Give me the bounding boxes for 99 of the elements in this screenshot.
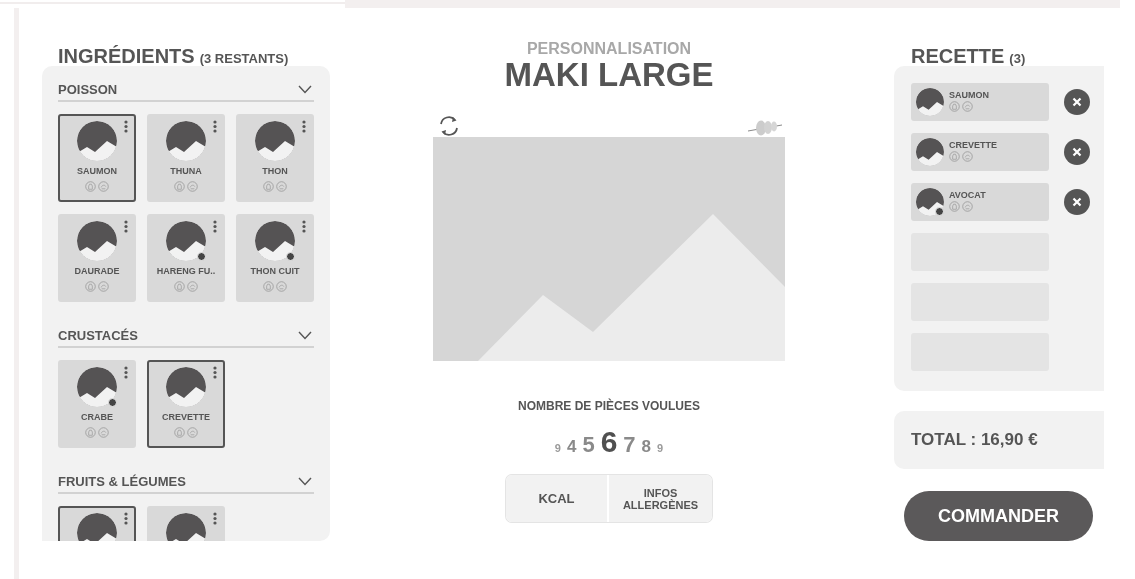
image-placeholder-icon — [166, 221, 206, 261]
chevron-down-icon[interactable] — [298, 331, 312, 340]
allergen-icon — [263, 181, 274, 192]
image-placeholder-icon — [255, 121, 295, 161]
ingredient-name: DAURADE — [74, 266, 120, 276]
piece-count-option[interactable]: 8 — [641, 437, 652, 457]
remove-button[interactable] — [1064, 139, 1090, 165]
allergen-icon — [949, 201, 960, 212]
piece-count-option[interactable]: 6 — [600, 425, 618, 459]
more-icon[interactable] — [213, 512, 217, 525]
info-badge-icon — [286, 252, 295, 261]
allergen-icon — [187, 281, 198, 292]
ingredient-name: THUNA — [170, 166, 202, 176]
allergen-icon — [85, 427, 96, 438]
piece-count-option[interactable]: 7 — [623, 432, 636, 458]
allergen-icon — [174, 427, 185, 438]
ingredient-tile[interactable]: CREVETTE — [147, 360, 225, 448]
ingredient-name: CREVETTE — [949, 140, 997, 150]
allergen-icon — [187, 181, 198, 192]
piece-count-option[interactable]: 9 — [657, 442, 664, 454]
ingredient-tile[interactable]: THON — [236, 114, 314, 202]
order-button[interactable]: COMMANDER — [904, 491, 1093, 541]
chevron-down-icon[interactable] — [298, 477, 312, 486]
allergen-icon — [98, 281, 109, 292]
allergen-icon — [962, 201, 973, 212]
allergen-icon — [187, 427, 198, 438]
ingredient-tile[interactable]: HARENG FU.. — [147, 214, 225, 302]
image-placeholder-icon — [77, 121, 117, 161]
ingredient-name: THON — [262, 166, 288, 176]
category-title: FRUITS & LÉGUMES — [58, 474, 186, 489]
category-title: POISSON — [58, 82, 118, 97]
allergen-icon — [174, 281, 185, 292]
close-icon — [1072, 147, 1082, 157]
allergen-icon — [276, 281, 287, 292]
ingredient-tile[interactable]: DAURADE — [58, 214, 136, 302]
info-badge-icon — [108, 398, 117, 407]
allergen-icon — [263, 281, 274, 292]
image-placeholder-icon — [166, 121, 206, 161]
ingredient-name: SAUMON — [77, 166, 117, 176]
ingredient-name: SAUMON — [949, 90, 989, 100]
ingredient-name: AVOCAT — [949, 190, 986, 200]
more-icon[interactable] — [124, 120, 128, 133]
info-badge-icon — [197, 252, 206, 261]
image-placeholder-icon — [166, 513, 206, 541]
section-title: INGRÉDIENTS — [58, 45, 195, 68]
more-icon[interactable] — [213, 366, 217, 379]
image-placeholder-icon — [916, 138, 944, 166]
allergen-icon — [949, 101, 960, 112]
image-placeholder-icon — [916, 188, 944, 216]
total-price: TOTAL : 16,90 € — [911, 430, 1038, 450]
allergen-icon — [85, 281, 96, 292]
allergen-icon — [174, 181, 185, 192]
more-icon[interactable] — [213, 220, 217, 233]
ingredient-name: CRABE — [81, 412, 113, 422]
ingredient-name: THON CUIT — [250, 266, 300, 276]
allergen-icon — [949, 151, 960, 162]
piece-count-option[interactable]: 4 — [566, 437, 577, 457]
refresh-icon[interactable] — [437, 115, 461, 137]
more-icon[interactable] — [124, 512, 128, 525]
page-title: MAKI LARGE — [504, 58, 714, 91]
category-title: CRUSTACÉS — [58, 328, 138, 343]
image-placeholder-icon — [77, 221, 117, 261]
info-button[interactable]: INFOS ALLERGÈNES — [609, 475, 712, 522]
image-placeholder-icon — [166, 367, 206, 407]
info-button[interactable]: KCAL — [506, 475, 609, 522]
ingredient-tile[interactable]: SAUMON — [58, 114, 136, 202]
section-title: RECETTE — [911, 45, 1005, 68]
allergen-icon — [962, 101, 973, 112]
allergen-icon — [276, 181, 287, 192]
info-badge-icon — [935, 207, 944, 216]
more-icon[interactable] — [124, 220, 128, 233]
recipe-count: (3) — [1009, 51, 1026, 66]
piece-count-option[interactable]: 9 — [554, 442, 561, 454]
close-icon — [1072, 97, 1082, 107]
remove-button[interactable] — [1064, 89, 1090, 115]
more-icon[interactable] — [302, 120, 306, 133]
remove-button[interactable] — [1064, 189, 1090, 215]
image-placeholder-icon — [255, 221, 295, 261]
pieces-label: NOMBRE DE PIÈCES VOULUES — [518, 399, 700, 413]
ingredient-tile[interactable]: THUNA — [147, 114, 225, 202]
more-icon[interactable] — [302, 220, 306, 233]
ingredient-name: HARENG FU.. — [156, 266, 216, 276]
chevron-down-icon[interactable] — [298, 85, 312, 94]
more-icon[interactable] — [213, 120, 217, 133]
image-placeholder-icon — [916, 88, 944, 116]
ingredient-name: CREVETTE — [162, 412, 210, 422]
page-subtitle: PERSONNALISATION — [526, 40, 692, 58]
image-placeholder-icon — [77, 367, 117, 407]
close-icon — [1072, 197, 1082, 207]
remaining-count: (3 RESTANTS) — [199, 51, 289, 66]
allergen-icon — [98, 427, 109, 438]
ingredient-tile[interactable]: CRABE — [58, 360, 136, 448]
allergen-icon — [85, 181, 96, 192]
piece-count-option[interactable]: 5 — [582, 432, 595, 458]
image-placeholder-icon — [77, 513, 117, 541]
more-icon[interactable] — [124, 366, 128, 379]
allergen-icon — [962, 151, 973, 162]
ingredient-tile[interactable]: THON CUIT — [236, 214, 314, 302]
allergen-icon — [98, 181, 109, 192]
